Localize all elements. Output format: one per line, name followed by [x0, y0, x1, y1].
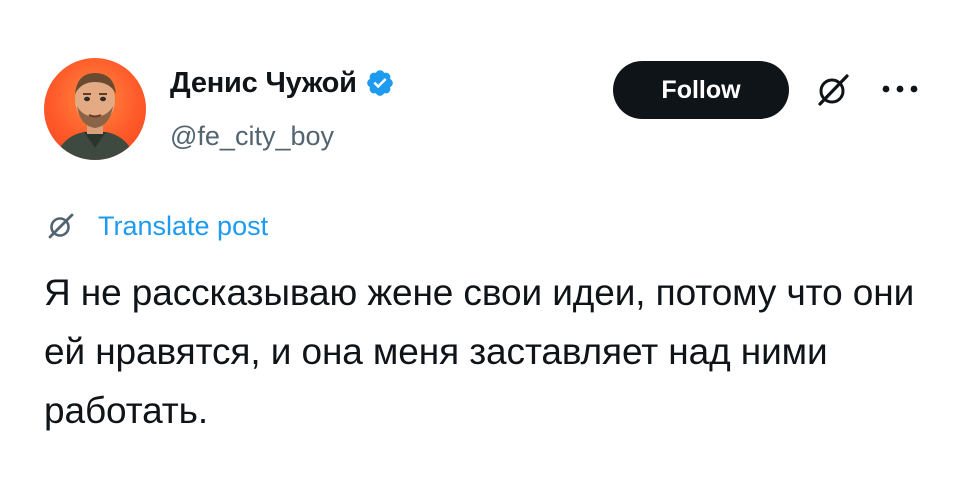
- verified-badge-icon[interactable]: [365, 68, 395, 98]
- author-handle[interactable]: @fe_city_boy: [170, 120, 334, 152]
- grok-translate-icon: [48, 213, 74, 239]
- avatar[interactable]: [44, 58, 146, 160]
- grok-icon[interactable]: [814, 71, 852, 109]
- post-text: Я не рассказываю жене свои идеи, потому …: [44, 272, 915, 431]
- follow-button[interactable]: Follow: [613, 61, 789, 119]
- author-display-name[interactable]: Денис Чужой: [170, 66, 357, 100]
- translate-post-label: Translate post: [98, 211, 269, 241]
- tweet-card: Денис Чужой @fe_city_boy Follow Translat…: [0, 0, 960, 477]
- author-name-row: Денис Чужой: [170, 66, 395, 100]
- avatar-photo: [54, 73, 136, 160]
- more-icon[interactable]: [880, 82, 920, 96]
- translate-post-link[interactable]: Translate post: [46, 210, 268, 242]
